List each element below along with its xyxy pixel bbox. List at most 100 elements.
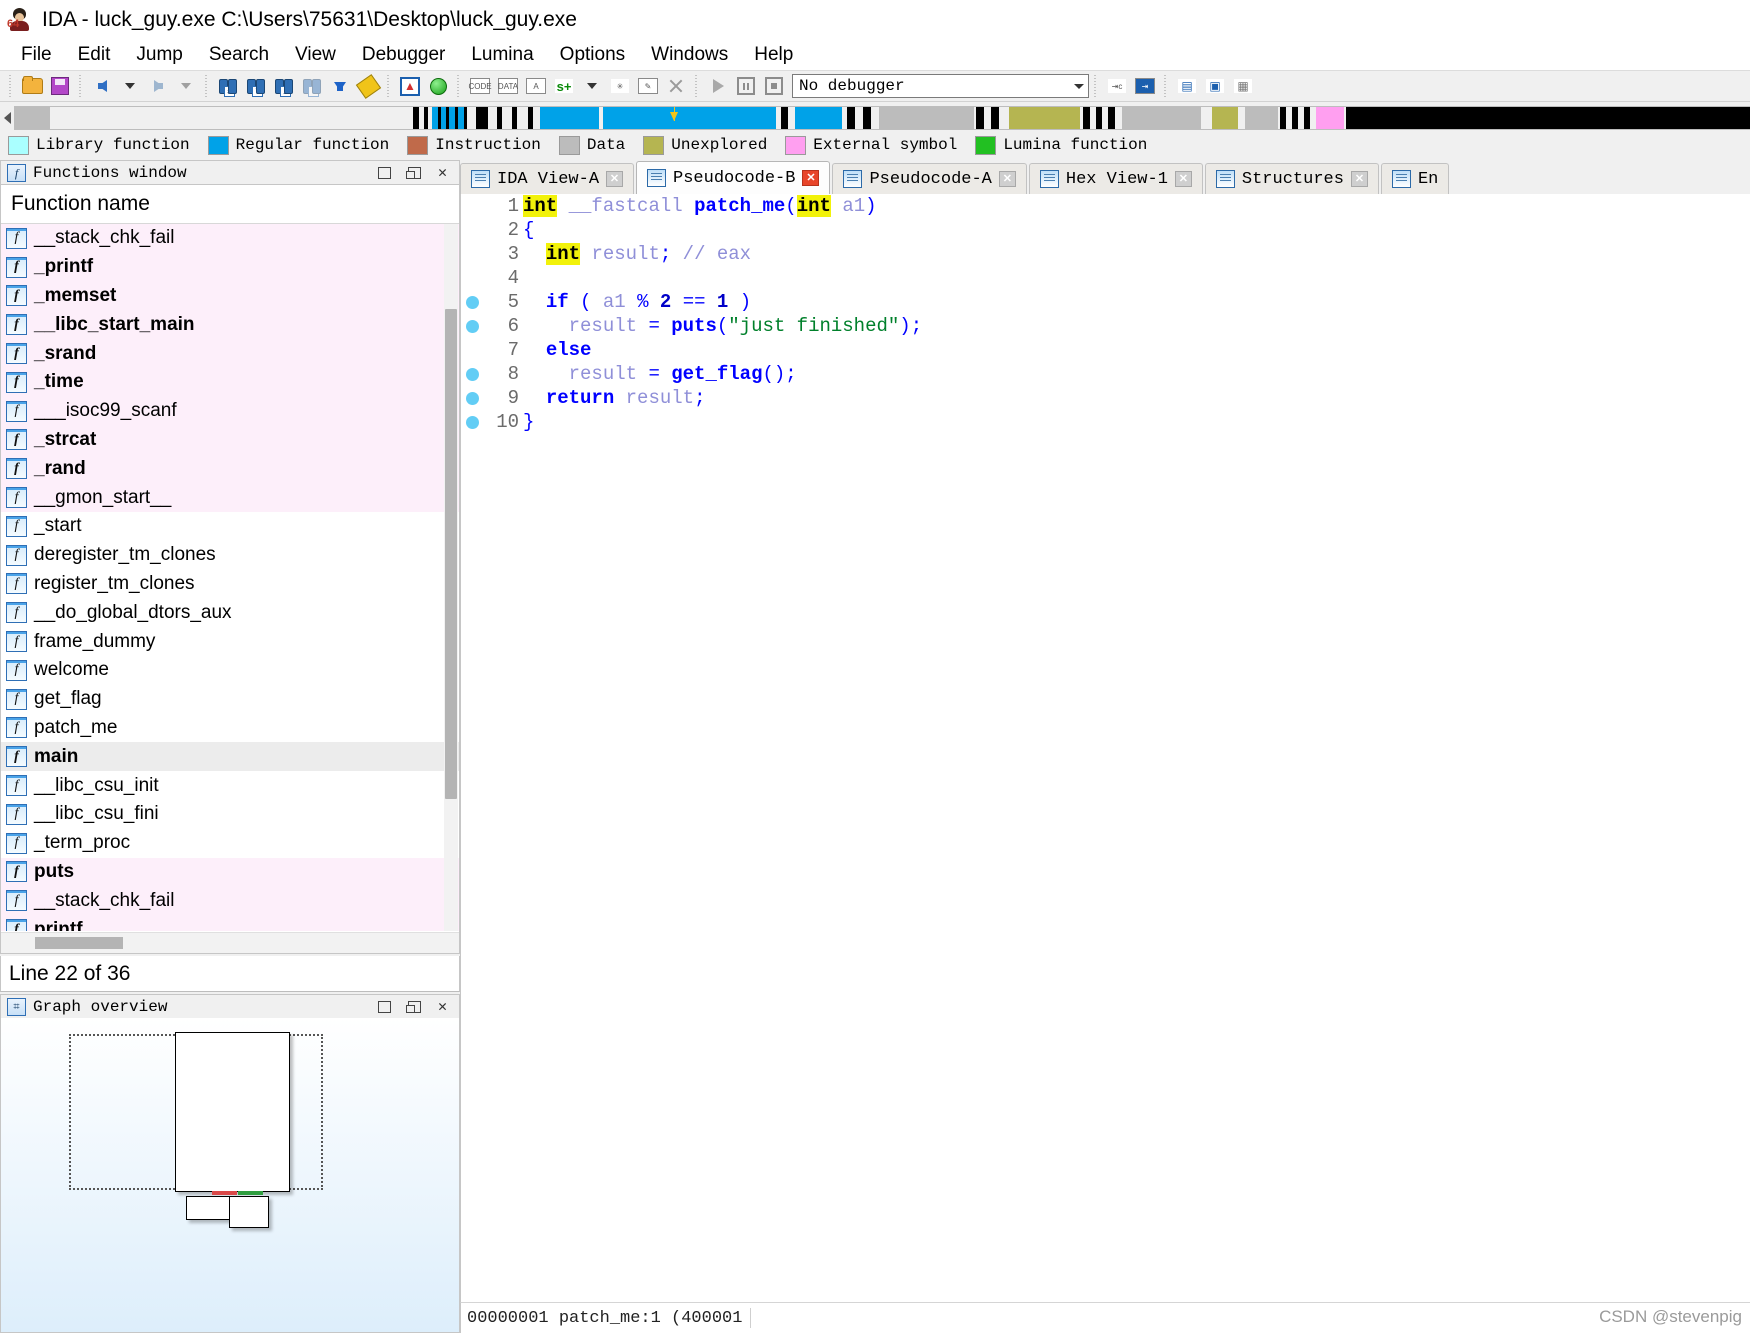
navband-cursor-marker[interactable]: [670, 107, 679, 129]
function-list-row[interactable]: f deregister_tm_clones: [1, 541, 459, 570]
function-list-row[interactable]: f __do_global_dtors_aux: [1, 598, 459, 627]
function-list-row[interactable]: f main: [1, 742, 459, 772]
restore-icon[interactable]: [377, 1001, 391, 1013]
functions-hscrollbar-thumb[interactable]: [35, 937, 123, 949]
toolbar-grip[interactable]: [1092, 75, 1100, 97]
function-list-row[interactable]: f get_flag: [1, 685, 459, 714]
highlight-lock-icon[interactable]: [355, 73, 381, 99]
function-list-row[interactable]: f welcome: [1, 656, 459, 685]
tab-pseudocode-b[interactable]: Pseudocode-B ✕: [636, 161, 831, 194]
menu-item-windows[interactable]: Windows: [638, 42, 741, 68]
function-list-row[interactable]: f _printf: [1, 252, 459, 282]
pseudocode-line[interactable]: 6 result = puts("just finished");: [461, 314, 1750, 338]
save-icon[interactable]: [47, 74, 73, 98]
function-list-row[interactable]: f frame_dummy: [1, 627, 459, 656]
watch-icon[interactable]: ▣: [1202, 74, 1228, 98]
make-data-icon[interactable]: DATA: [495, 74, 521, 98]
function-list-row[interactable]: f __libc_csu_init: [1, 771, 459, 800]
edit-function-icon[interactable]: ✎: [635, 74, 661, 98]
functions-hscrollbar[interactable]: [1, 932, 459, 953]
tab-ida-view-a[interactable]: IDA View-A ✕: [460, 163, 635, 194]
make-array-icon[interactable]: A: [523, 74, 549, 98]
tab-close-icon[interactable]: ✕: [1350, 171, 1368, 187]
function-list-row[interactable]: f _term_proc: [1, 829, 459, 858]
menu-item-help[interactable]: Help: [741, 42, 806, 68]
pseudocode-line[interactable]: 4: [461, 266, 1750, 290]
function-list-row[interactable]: f patch_me: [1, 714, 459, 743]
pseudocode-line[interactable]: 7 else: [461, 338, 1750, 362]
breakpoint-icon[interactable]: ▤: [1174, 74, 1200, 98]
function-list-row[interactable]: f _srand: [1, 339, 459, 368]
maximize-icon[interactable]: [405, 1001, 421, 1013]
tab-structures[interactable]: Structures ✕: [1204, 163, 1379, 194]
pseudocode-breakpoint-marker[interactable]: [461, 295, 483, 309]
step-over-icon[interactable]: ⇥: [1132, 74, 1158, 98]
pseudocode-line[interactable]: 2{: [461, 218, 1750, 242]
function-list-row[interactable]: f _strcat: [1, 425, 459, 455]
function-list-row[interactable]: f _rand: [1, 454, 459, 484]
pause-icon[interactable]: [733, 74, 759, 98]
pseudocode-line[interactable]: 8 result = get_flag();: [461, 362, 1750, 386]
function-list-row[interactable]: f ___isoc99_scanf: [1, 396, 459, 426]
menu-item-options[interactable]: Options: [547, 42, 638, 68]
pseudocode-breakpoint-marker[interactable]: [461, 415, 483, 429]
undefine-icon[interactable]: ✳: [607, 74, 633, 98]
make-struct-dropdown-icon[interactable]: [579, 74, 605, 98]
nav-left-arrow-icon[interactable]: [0, 107, 14, 129]
open-file-icon[interactable]: [19, 74, 45, 98]
tab-close-icon[interactable]: ✕: [998, 171, 1016, 187]
tab-en[interactable]: En: [1380, 163, 1450, 194]
graph-overview-canvas[interactable]: [0, 1018, 460, 1333]
function-list-row[interactable]: f _start: [1, 512, 459, 541]
menu-item-search[interactable]: Search: [196, 42, 282, 68]
pseudocode-breakpoint-marker[interactable]: [461, 367, 483, 381]
menu-item-debugger[interactable]: Debugger: [349, 42, 458, 68]
stop-icon[interactable]: [761, 74, 787, 98]
close-icon[interactable]: ✕: [438, 166, 447, 181]
pseudocode-line[interactable]: 1 int __fastcall patch_me(int a1): [461, 194, 1750, 218]
tab-close-icon[interactable]: ✕: [802, 170, 820, 186]
function-list-row[interactable]: f __libc_csu_fini: [1, 800, 459, 829]
step-into-icon[interactable]: ⇥c: [1104, 74, 1130, 98]
debugger-select[interactable]: No debugger: [792, 74, 1089, 98]
function-list-row[interactable]: f puts: [1, 857, 459, 887]
function-list-row[interactable]: f __gmon_start__: [1, 483, 459, 512]
make-struct-icon[interactable]: s +: [551, 74, 577, 98]
function-list-row[interactable]: f printf: [1, 915, 459, 931]
down-arrow-icon[interactable]: [327, 74, 353, 98]
functions-vscrollbar-thumb[interactable]: [445, 309, 457, 799]
search-text-icon[interactable]: T: [243, 74, 269, 98]
tab-close-icon[interactable]: ✕: [606, 171, 624, 187]
menu-item-jump[interactable]: Jump: [123, 42, 195, 68]
back-arrow-icon[interactable]: [89, 74, 115, 98]
pseudocode-line[interactable]: 10}: [461, 410, 1750, 434]
maximize-icon[interactable]: [405, 167, 421, 179]
functions-vscrollbar[interactable]: [444, 224, 458, 931]
pseudocode-line[interactable]: 9 return result;: [461, 386, 1750, 410]
pseudocode-breakpoint-marker[interactable]: [461, 391, 483, 405]
make-code-icon[interactable]: CODE: [467, 74, 493, 98]
toolbar-grip[interactable]: [1162, 75, 1170, 97]
functions-column-header[interactable]: Function name: [1, 185, 459, 224]
pseudocode-line[interactable]: 3 int result; // eax: [461, 242, 1750, 266]
toolbar-grip[interactable]: [7, 75, 15, 97]
functions-list[interactable]: f __stack_chk_fail f _printf f _memset f __libc…: [1, 224, 459, 931]
search-binary-icon[interactable]: 1: [271, 74, 297, 98]
menu-item-lumina[interactable]: Lumina: [458, 42, 546, 68]
close-icon[interactable]: ✕: [438, 1000, 447, 1015]
tab-close-icon[interactable]: ✕: [1174, 171, 1192, 187]
back-dropdown-icon[interactable]: [117, 74, 143, 98]
green-run-icon[interactable]: [425, 74, 451, 98]
menu-item-view[interactable]: View: [282, 42, 349, 68]
pseudocode-breakpoint-marker[interactable]: [461, 319, 483, 333]
stack-icon[interactable]: ▦: [1230, 74, 1256, 98]
function-list-row[interactable]: f __stack_chk_fail: [1, 886, 459, 916]
function-list-row[interactable]: f _memset: [1, 281, 459, 311]
toolbar-grip[interactable]: [77, 75, 85, 97]
search-hex-icon[interactable]: #: [215, 74, 241, 98]
toolbar-grip[interactable]: [385, 75, 393, 97]
tab-pseudocode-a[interactable]: Pseudocode-A ✕: [832, 163, 1027, 194]
toolbar-grip[interactable]: [455, 75, 463, 97]
forward-arrow-icon[interactable]: [145, 74, 171, 98]
jump-icon[interactable]: [299, 74, 325, 98]
